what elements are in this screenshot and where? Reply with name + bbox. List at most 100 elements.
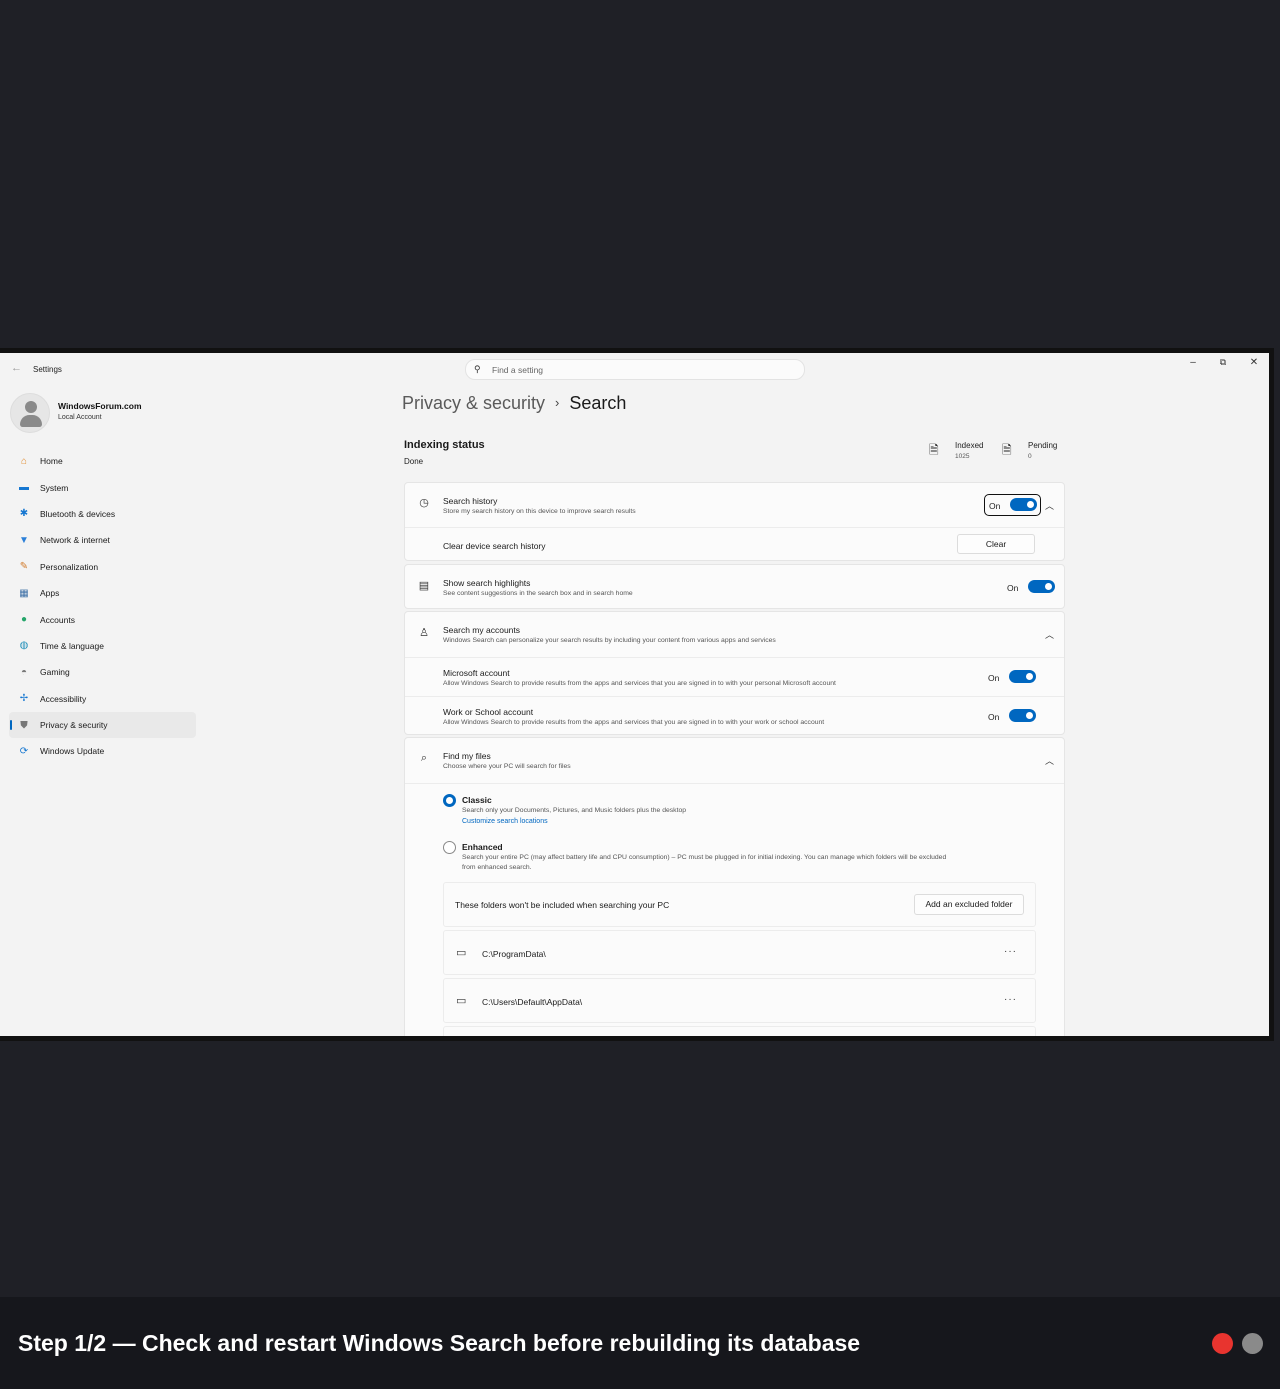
- back-arrow-icon[interactable]: ←: [11, 362, 22, 374]
- folder-path: C:\ProgramData\: [482, 949, 546, 959]
- sidebar-item-label: Bluetooth & devices: [40, 508, 116, 519]
- work-toggle-label: On: [988, 712, 1000, 722]
- title-bar: ← Settings ⚲ Find a setting – ⧉ ✕: [0, 353, 1269, 385]
- search-history-desc: Store my search history on this device t…: [443, 508, 636, 515]
- sidebar-item-accounts[interactable]: ● Accounts: [9, 606, 196, 632]
- settings-window: ← Settings ⚲ Find a setting – ⧉ ✕ Window…: [0, 348, 1274, 1041]
- highlights-toggle-label: On: [1007, 583, 1019, 593]
- enhanced-radio[interactable]: [443, 841, 456, 854]
- profile-account-type: Local Account: [58, 414, 102, 421]
- gamepad-icon: ◓: [20, 666, 28, 678]
- sidebar-nav: ⌂ Home ▬ System ✱ Bluetooth & devices ▼ …: [9, 448, 196, 765]
- sidebar-item-personalization[interactable]: ✎ Personalization: [9, 554, 196, 580]
- sidebar-item-windows-update[interactable]: ⟳ Windows Update: [9, 738, 196, 764]
- person-icon: ●: [20, 614, 28, 626]
- add-excluded-folder-button[interactable]: Add an excluded folder: [914, 894, 1024, 915]
- folder-icon: ▭: [456, 995, 467, 1007]
- sidebar-item-bluetooth[interactable]: ✱ Bluetooth & devices: [9, 501, 196, 527]
- search-accounts-card: ♙ Search my accounts Windows Search can …: [404, 611, 1065, 735]
- sidebar-item-label: Accounts: [40, 614, 75, 625]
- indexing-status-value: Done: [404, 457, 424, 466]
- work-account-desc: Allow Windows Search to provide results …: [443, 719, 825, 726]
- pending-file-icon: 🗎: [1002, 443, 1012, 457]
- customize-locations-link[interactable]: Customize search locations: [462, 818, 548, 825]
- sidebar-item-network[interactable]: ▼ Network & internet: [9, 527, 196, 553]
- settings-search-input[interactable]: ⚲ Find a setting: [465, 359, 805, 380]
- clear-history-row: Clear device search history Clear: [405, 527, 1064, 562]
- wifi-icon: ▼: [19, 534, 29, 546]
- globe-icon: ◍: [19, 640, 29, 652]
- search-history-toggle[interactable]: [1010, 498, 1037, 511]
- highlights-toggle[interactable]: [1028, 580, 1055, 593]
- profile-name: WindowsForum.com: [58, 401, 142, 411]
- classic-desc: Search only your Documents, Pictures, an…: [462, 807, 687, 814]
- chevron-up-icon[interactable]: ︿: [1045, 754, 1054, 767]
- step-caption-bar: Step 1/2 — Check and restart Windows Sea…: [0, 1297, 1280, 1389]
- sidebar-item-label: Network & internet: [40, 535, 110, 546]
- microsoft-account-title: Microsoft account: [443, 668, 510, 678]
- enhanced-desc: Search your entire PC (may affect batter…: [462, 854, 947, 861]
- chevron-up-icon[interactable]: ︿: [1045, 499, 1054, 512]
- chevron-up-icon[interactable]: ︿: [1045, 628, 1054, 641]
- home-icon: ⌂: [20, 455, 28, 467]
- more-options-icon[interactable]: ···: [1004, 946, 1017, 957]
- sidebar-item-label: Accessibility: [40, 693, 87, 704]
- update-icon: ⟳: [19, 745, 29, 757]
- sidebar-item-accessibility[interactable]: ✢ Accessibility: [9, 686, 196, 712]
- bluetooth-icon: ✱: [19, 508, 29, 520]
- work-account-toggle[interactable]: [1009, 709, 1036, 722]
- sidebar-item-gaming[interactable]: ◓ Gaming: [9, 659, 196, 685]
- work-account-title: Work or School account: [443, 707, 534, 717]
- search-icon: ⚲: [474, 364, 481, 374]
- clear-history-label: Clear device search history: [443, 541, 546, 551]
- apps-icon: ▦: [19, 587, 29, 599]
- microsoft-account-desc: Allow Windows Search to provide results …: [443, 680, 836, 687]
- highlights-desc: See content suggestions in the search bo…: [443, 590, 633, 597]
- excluded-folder-row: ▭ C:\ProgramData\ ···: [443, 930, 1036, 975]
- find-files-title: Find my files: [443, 751, 491, 761]
- sidebar-item-time-language[interactable]: ◍ Time & language: [9, 633, 196, 659]
- more-options-icon[interactable]: ···: [1004, 994, 1017, 1005]
- pending-label: Pending: [1028, 441, 1058, 450]
- breadcrumb-parent[interactable]: Privacy & security: [402, 393, 545, 413]
- avatar: [10, 393, 50, 433]
- microsoft-account-toggle[interactable]: [1009, 670, 1036, 683]
- sidebar-item-label: Gaming: [40, 667, 70, 678]
- search-highlights-row: ▤ Show search highlights See content sug…: [405, 565, 1064, 610]
- sidebar-item-home[interactable]: ⌂ Home: [9, 448, 196, 474]
- search-accounts-row[interactable]: ♙ Search my accounts Windows Search can …: [405, 612, 1064, 657]
- clear-button[interactable]: Clear: [957, 534, 1035, 554]
- highlights-title: Show search highlights: [443, 578, 531, 588]
- sidebar-item-label: System: [40, 482, 69, 493]
- folder-icon: ▭: [456, 947, 467, 959]
- classic-label: Classic: [462, 795, 492, 805]
- search-history-row[interactable]: ◷ Search history Store my search history…: [405, 483, 1064, 527]
- excluded-folder-row: ▭ C:\Users\Default\AppData\ ···: [443, 978, 1036, 1023]
- step-caption: Step 1/2 — Check and restart Windows Sea…: [18, 1330, 861, 1356]
- find-files-desc: Choose where your PC will search for fil…: [443, 763, 571, 770]
- app-title: Settings: [33, 365, 62, 374]
- work-account-row: Work or School account Allow Windows Sea…: [405, 696, 1064, 736]
- brush-icon: ✎: [19, 561, 29, 573]
- step-indicator-inactive[interactable]: [1242, 1333, 1263, 1354]
- breadcrumb-separator: ›: [555, 395, 560, 410]
- excluded-folders-header: These folders won't be included when sea…: [443, 882, 1036, 927]
- accessibility-icon: ✢: [19, 693, 29, 705]
- step-indicator-active[interactable]: [1212, 1333, 1233, 1354]
- search-history-title: Search history: [443, 496, 498, 506]
- indexed-label: Indexed: [955, 441, 984, 450]
- close-button[interactable]: ✕: [1247, 357, 1261, 368]
- maximize-button[interactable]: ⧉: [1216, 357, 1230, 368]
- sidebar-item-system[interactable]: ▬ System: [9, 474, 196, 500]
- minimize-button[interactable]: –: [1186, 357, 1200, 368]
- sidebar-item-apps[interactable]: ▦ Apps: [9, 580, 196, 606]
- classic-radio[interactable]: [443, 794, 456, 807]
- find-files-row[interactable]: ⌕ Find my files Choose where your PC wil…: [405, 738, 1064, 783]
- enhanced-desc-cont: from enhanced search.: [462, 864, 532, 871]
- microsoft-account-row: Microsoft account Allow Windows Search t…: [405, 657, 1064, 696]
- sidebar-item-label: Time & language: [40, 640, 104, 651]
- sidebar-item-privacy-security[interactable]: ⛊ Privacy & security: [9, 711, 196, 739]
- settings-client-area: ← Settings ⚲ Find a setting – ⧉ ✕ Window…: [0, 353, 1269, 1036]
- history-icon: ◷: [419, 497, 429, 509]
- sidebar-item-label: Apps: [40, 588, 60, 599]
